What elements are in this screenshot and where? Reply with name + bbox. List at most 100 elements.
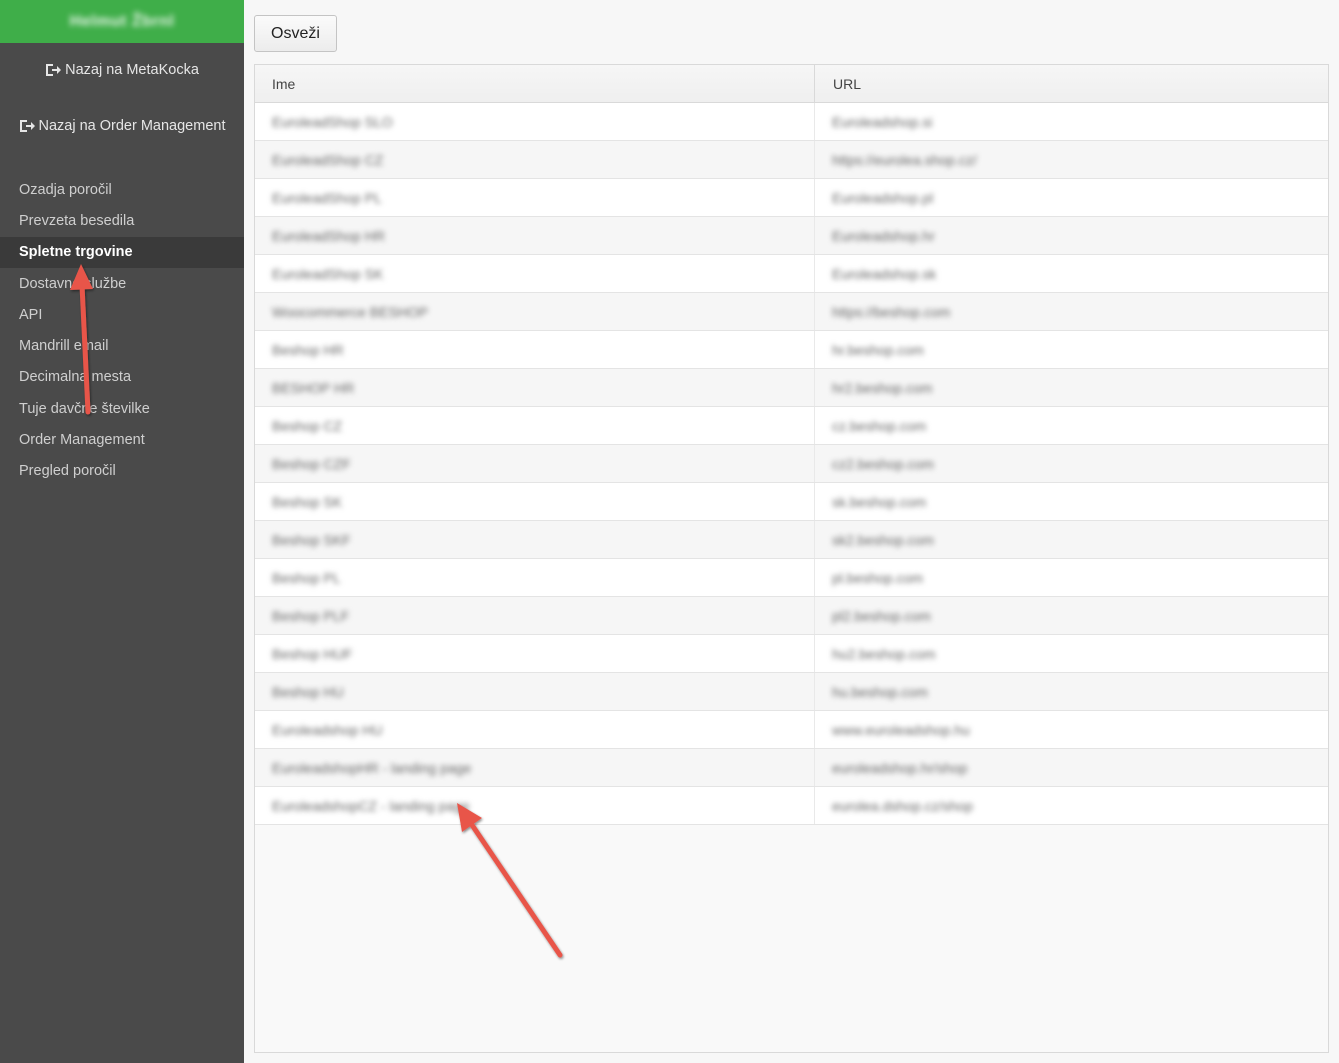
- cell-name: Beshop CZF: [255, 445, 815, 482]
- cell-url: Euroleadshop.pl: [815, 179, 1118, 216]
- shop-url: cz2.beshop.com: [832, 455, 934, 472]
- main-content: Osveži Ime URL EuroleadShop SLO Euroleads…: [244, 0, 1339, 1063]
- back-to-metakocka-link[interactable]: Nazaj na MetaKocka: [0, 62, 244, 78]
- sidebar-item-mandrill-email[interactable]: Mandrill email: [0, 330, 244, 361]
- cell-name: EuroleadshopHR - landing page: [255, 749, 815, 786]
- sidebar-header: Helmut Žbrnl: [0, 0, 244, 43]
- table-row[interactable]: Beshop HUF hu2.beshop.com: [255, 635, 1328, 673]
- table-row[interactable]: EuroleadShop PL Euroleadshop.pl: [255, 179, 1328, 217]
- shop-url: https://beshop.com: [832, 303, 951, 320]
- back-link-label: Nazaj na MetaKocka: [65, 62, 199, 78]
- exit-icon: [19, 119, 35, 133]
- shop-name: EuroleadshopHR - landing page: [272, 759, 472, 776]
- settings-nav: Ozadja poročil Prevzeta besedila Spletne…: [0, 174, 244, 487]
- table-row[interactable]: Beshop SK sk.beshop.com: [255, 483, 1328, 521]
- table-row[interactable]: Beshop CZF cz2.beshop.com: [255, 445, 1328, 483]
- shop-name: Beshop SK: [272, 493, 343, 510]
- table-row[interactable]: Euroleadshop HU www.euroleadshop.hu: [255, 711, 1328, 749]
- cell-name: Beshop HR: [255, 331, 815, 368]
- table-row[interactable]: EuroleadshopHR - landing page euroleadsho…: [255, 749, 1328, 787]
- table-row[interactable]: Beshop CZ cz.beshop.com: [255, 407, 1328, 445]
- cell-url: hr.beshop.com: [815, 331, 1118, 368]
- cell-url: www.euroleadshop.hu: [815, 711, 1118, 748]
- cell-url: hr2.beshop.com: [815, 369, 1118, 406]
- shop-url: pl2.beshop.com: [832, 607, 931, 624]
- sidebar-item-decimal-places[interactable]: Decimalna mesta: [0, 362, 244, 393]
- column-header-name[interactable]: Ime: [255, 65, 815, 102]
- column-header-url[interactable]: URL: [815, 65, 1328, 102]
- cell-filler: [1118, 407, 1328, 444]
- cell-url: Euroleadshop.hr: [815, 217, 1118, 254]
- shop-url: Euroleadshop.si: [832, 113, 933, 130]
- sidebar-item-order-management[interactable]: Order Management: [0, 424, 244, 455]
- cell-url: pl2.beshop.com: [815, 597, 1118, 634]
- shop-name: Beshop HUF: [272, 645, 353, 662]
- sidebar-item-default-texts[interactable]: Prevzeta besedila: [0, 205, 244, 236]
- cell-name: Beshop CZ: [255, 407, 815, 444]
- back-link-label: Nazaj na Order Management: [38, 118, 226, 134]
- shop-url: hr.beshop.com: [832, 341, 924, 358]
- cell-name: Euroleadshop HU: [255, 711, 815, 748]
- shop-url: sk.beshop.com: [832, 493, 927, 510]
- brand-name: Helmut Žbrnl: [69, 12, 175, 30]
- shop-name: Beshop HR: [272, 341, 344, 358]
- cell-url: hu.beshop.com: [815, 673, 1118, 710]
- sidebar-item-report-overview[interactable]: Pregled poročil: [0, 456, 244, 487]
- cell-filler: [1118, 521, 1328, 558]
- cell-filler: [1118, 483, 1328, 520]
- cell-filler: [1118, 787, 1328, 824]
- sidebar-item-report-backgrounds[interactable]: Ozadja poročil: [0, 174, 244, 205]
- table-row[interactable]: Beshop HR hr.beshop.com: [255, 331, 1328, 369]
- table-row[interactable]: Beshop PL pl.beshop.com: [255, 559, 1328, 597]
- table-row[interactable]: Beshop HU hu.beshop.com: [255, 673, 1328, 711]
- cell-name: Beshop PL: [255, 559, 815, 596]
- shop-name: EuroleadshopCZ - landing page: [272, 797, 470, 814]
- table-row[interactable]: Beshop PLF pl2.beshop.com: [255, 597, 1328, 635]
- table-row[interactable]: EuroleadShop HR Euroleadshop.hr: [255, 217, 1328, 255]
- shop-name: Woocommerce BESHOP: [272, 303, 429, 320]
- cell-url: Euroleadshop.si: [815, 103, 1118, 140]
- cell-url: sk.beshop.com: [815, 483, 1118, 520]
- back-to-order-management-link[interactable]: Nazaj na Order Management: [0, 118, 244, 134]
- cell-url: pl.beshop.com: [815, 559, 1118, 596]
- sidebar-item-foreign-tax-numbers[interactable]: Tuje davčne številke: [0, 393, 244, 424]
- cell-name: EuroleadShop SK: [255, 255, 815, 292]
- shop-url: Euroleadshop.pl: [832, 189, 934, 206]
- shop-name: Beshop HU: [272, 683, 344, 700]
- cell-name: Beshop HUF: [255, 635, 815, 672]
- cell-url: https://eurolea.shop.cz/: [815, 141, 1118, 178]
- table-row[interactable]: EuroleadShop SK Euroleadshop.sk: [255, 255, 1328, 293]
- cell-url: euroleadshop.hr/shop: [815, 749, 1118, 786]
- sidebar-item-delivery-services[interactable]: Dostavne službe: [0, 268, 244, 299]
- cell-filler: [1118, 369, 1328, 406]
- shop-url: hr2.beshop.com: [832, 379, 933, 396]
- table-row[interactable]: Beshop SKF sk2.beshop.com: [255, 521, 1328, 559]
- cell-filler: [1118, 635, 1328, 672]
- cell-url: eurolea.dshop.cz/shop: [815, 787, 1118, 824]
- cell-filler: [1118, 179, 1328, 216]
- cell-name: EuroleadShop PL: [255, 179, 815, 216]
- sidebar: Helmut Žbrnl Nazaj na MetaKocka Nazaj na…: [0, 0, 244, 1063]
- table-row[interactable]: EuroleadShop CZ https://eurolea.shop.cz/: [255, 141, 1328, 179]
- grid-header: Ime URL: [255, 65, 1328, 103]
- shop-url: hu.beshop.com: [832, 683, 928, 700]
- shop-name: Euroleadshop HU: [272, 721, 383, 738]
- shop-url: www.euroleadshop.hu: [832, 721, 970, 738]
- shop-name: Beshop SKF: [272, 531, 351, 548]
- web-shops-grid: Ime URL EuroleadShop SLO Euroleadshop.si E…: [254, 64, 1329, 1053]
- cell-name: Beshop HU: [255, 673, 815, 710]
- cell-name: BESHOP HR: [255, 369, 815, 406]
- table-row[interactable]: BESHOP HR hr2.beshop.com: [255, 369, 1328, 407]
- shop-url: Euroleadshop.sk: [832, 265, 937, 282]
- cell-filler: [1118, 217, 1328, 254]
- sidebar-item-api[interactable]: API: [0, 299, 244, 330]
- table-row[interactable]: EuroleadShop SLO Euroleadshop.si: [255, 103, 1328, 141]
- refresh-button[interactable]: Osveži: [254, 15, 337, 52]
- shop-url: cz.beshop.com: [832, 417, 927, 434]
- shop-url: Euroleadshop.hr: [832, 227, 935, 244]
- sidebar-item-web-shops[interactable]: Spletne trgovine: [0, 236, 244, 268]
- grid-body: EuroleadShop SLO Euroleadshop.si EuroleadS…: [255, 103, 1328, 825]
- table-row[interactable]: EuroleadshopCZ - landing page eurolea.dsh…: [255, 787, 1328, 825]
- table-row[interactable]: Woocommerce BESHOP https://beshop.com: [255, 293, 1328, 331]
- cell-filler: [1118, 673, 1328, 710]
